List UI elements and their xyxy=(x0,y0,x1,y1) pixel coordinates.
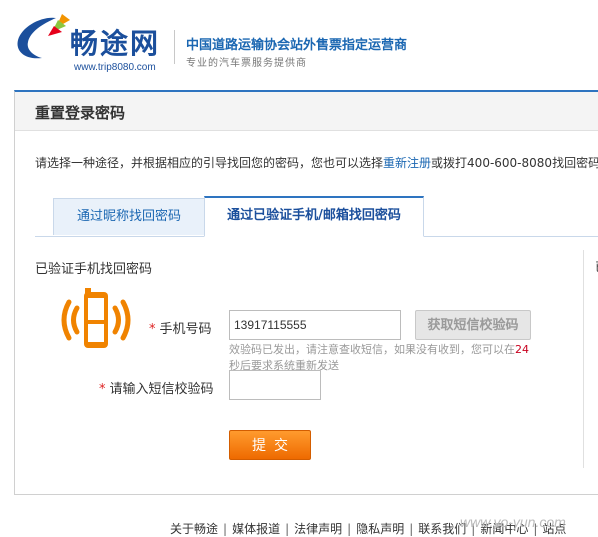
footer-separator: | xyxy=(285,522,290,536)
logo-text[interactable]: 畅途网 xyxy=(70,22,160,62)
page-title: 重置登录密码 xyxy=(35,104,126,122)
phone-label: * 手机号码 xyxy=(149,318,212,337)
logo-url: www.trip8080.com xyxy=(74,62,156,73)
panel-title-bar: 重置登录密码 xyxy=(15,92,598,131)
phone-input[interactable] xyxy=(229,310,401,340)
footer-link-privacy[interactable]: 隐私声明 xyxy=(356,522,404,536)
sms-code-label-text: 请输入短信校验码 xyxy=(109,382,214,397)
footer-link-about[interactable]: 关于畅途 xyxy=(170,522,218,536)
footer-separator: | xyxy=(347,522,352,536)
site-header: 畅途网 www.trip8080.com 中国道路运输协会站外售票指定运营商 专… xyxy=(0,0,598,80)
tab-nickname-recovery[interactable]: 通过昵称找回密码 xyxy=(53,198,205,235)
phone-label-text: 手机号码 xyxy=(159,322,212,337)
submit-button[interactable]: 提交 xyxy=(229,430,311,460)
intro-middle: 或拨打 xyxy=(431,156,468,170)
hotline-number: 400-600-8080 xyxy=(467,156,553,170)
footer-separator: | xyxy=(409,522,414,536)
watermark: www.yo-yun.com xyxy=(460,514,566,530)
required-mark: * xyxy=(99,382,106,397)
footer-separator: | xyxy=(223,522,228,536)
get-sms-code-button[interactable]: 获取短信校验码 xyxy=(415,310,531,340)
section-title: 已验证手机找回密码 xyxy=(35,262,153,277)
footer-link-legal[interactable]: 法律声明 xyxy=(294,522,342,536)
sms-code-input[interactable] xyxy=(229,370,321,400)
logo-swoosh-icon xyxy=(17,14,70,59)
required-mark: * xyxy=(149,322,156,337)
tab-phone-email-recovery[interactable]: 通过已验证手机/邮箱找回密码 xyxy=(204,196,424,237)
re-register-link[interactable]: 重新注册 xyxy=(383,156,431,170)
countdown-seconds: 24 xyxy=(515,343,529,356)
reset-password-panel: 重置登录密码 请选择一种途径，并根据相应的引导找回您的密码，您也可以选择重新注册… xyxy=(14,90,598,495)
intro-suffix: 找回密码。 xyxy=(552,156,598,170)
slogan-sub: 专业的汽车票服务提供商 xyxy=(186,58,307,69)
header-divider xyxy=(174,30,175,64)
recovery-tabs: 通过昵称找回密码 通过已验证手机/邮箱找回密码 xyxy=(35,194,598,237)
slogan-main: 中国道路运输协会站外售票指定运营商 xyxy=(186,38,408,53)
hint-prefix: 效验码已发出，请注意查收短信，如果没有收到，您可以在 xyxy=(229,343,515,356)
footer-link-media[interactable]: 媒体报道 xyxy=(232,522,280,536)
intro-prefix: 请选择一种途径，并根据相应的引导找回您的密码，您也可以选择 xyxy=(35,156,384,170)
intro-text: 请选择一种途径，并根据相应的引导找回您的密码，您也可以选择重新注册或拨打400-… xyxy=(35,154,598,171)
sms-code-label: * 请输入短信校验码 xyxy=(99,378,214,397)
column-divider xyxy=(583,250,584,468)
mobile-phone-icon xyxy=(61,288,131,348)
